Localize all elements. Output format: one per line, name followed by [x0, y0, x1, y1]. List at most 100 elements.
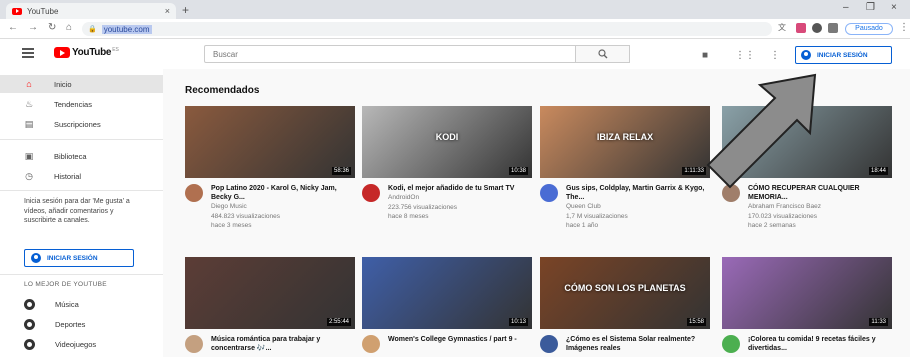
video-views: 1,7 M visualizaciones	[566, 212, 628, 220]
channel-avatar[interactable]	[362, 335, 380, 353]
url-text: youtube.com	[101, 24, 152, 34]
video-title[interactable]: ¡Colorea tu comida! 9 recetas fáciles y …	[748, 335, 892, 353]
video-views: 170.023 visualizaciones	[748, 212, 818, 220]
video-meta: ¡Colorea tu comida! 9 recetas fáciles y …	[722, 335, 892, 353]
video-thumbnail[interactable]: 2:55:44	[185, 257, 355, 329]
sidebar-item-label: Inicio	[54, 79, 72, 89]
video-info: Pop Latino 2020 - Karol G, Nicky Jam, Be…	[211, 184, 355, 231]
thumbnail-text: IBIZA RELAX	[596, 132, 654, 142]
video-title[interactable]: Gus sips, Coldplay, Martin Garrix & Kygo…	[566, 184, 710, 202]
video-card[interactable]: IBIZA RELAX 1:11:33 Gus sips, Coldplay, Ma…	[540, 106, 710, 231]
create-video-icon[interactable]: ■	[702, 50, 708, 61]
video-meta: Pop Latino 2020 - Karol G, Nicky Jam, Be…	[185, 184, 355, 231]
video-card[interactable]: KODI 10:38 Kodi, el mejor añadido de tu Sm…	[362, 106, 532, 222]
sidebar-item-label: Historial	[54, 171, 82, 181]
maximize-button[interactable]: ❐	[866, 2, 875, 13]
youtube-favicon-icon	[12, 7, 22, 15]
extension-puzzle-icon[interactable]	[812, 23, 822, 33]
sidebar-item-historial[interactable]: ◷ Historial	[0, 167, 163, 185]
video-channel-name[interactable]: AndroidOn	[388, 194, 532, 203]
video-thumbnail[interactable]: KODI 10:38	[362, 106, 532, 178]
video-channel-name[interactable]: Queen Club	[566, 203, 710, 212]
sidebar-item-inicio[interactable]: ⌂ Inicio	[0, 75, 163, 93]
menu-hamburger-icon[interactable]	[22, 48, 34, 58]
tab-title: YouTube	[27, 6, 59, 16]
more-menu-icon[interactable]: ⋮	[899, 22, 909, 33]
video-card[interactable]: 2:55:44 Música romántica para trabajar y …	[185, 257, 355, 353]
video-card[interactable]: 10:13 Women's College Gymnastics / part 9…	[362, 257, 532, 353]
settings-more-icon[interactable]: ⋮	[770, 50, 780, 61]
video-duration: 18:44	[868, 167, 888, 175]
video-title[interactable]: Kodi, el mejor añadido de tu Smart TV	[388, 184, 532, 193]
signin-button-sidebar[interactable]: INICIAR SESIÓN	[24, 249, 134, 267]
video-thumbnail[interactable]: 10:13	[362, 257, 532, 329]
new-tab-button[interactable]: +	[182, 3, 189, 17]
sidebar-item-deportes[interactable]: Deportes	[0, 315, 163, 333]
video-thumbnail[interactable]: IBIZA RELAX 1:11:33	[540, 106, 710, 178]
video-title[interactable]: Women's College Gymnastics / part 9 -	[388, 335, 532, 344]
youtube-logo-icon	[54, 47, 70, 58]
video-meta: Kodi, el mejor añadido de tu Smart TV And…	[362, 184, 532, 222]
video-info: Women's College Gymnastics / part 9 -	[388, 335, 532, 353]
video-info: ¡Colorea tu comida! 9 recetas fáciles y …	[748, 335, 892, 353]
video-title[interactable]: ¿Cómo es el Sistema Solar realmente? Imá…	[566, 335, 710, 353]
video-duration: 2:55:44	[326, 318, 351, 326]
thumbnail-text: CÓMO SON LOS PLANETAS	[564, 283, 686, 293]
sidebar-item-videojuegos[interactable]: Videojuegos	[0, 335, 163, 353]
video-title[interactable]: Pop Latino 2020 - Karol G, Nicky Jam, Be…	[211, 184, 355, 202]
apps-grid-icon[interactable]: ⋮⋮	[735, 50, 755, 61]
video-info: Gus sips, Coldplay, Martin Garrix & Kygo…	[566, 184, 710, 231]
signin-button-header[interactable]: INICIAR SESIÓN	[795, 46, 892, 64]
address-bar[interactable]: 🔒 youtube.com	[82, 22, 772, 36]
sidebar-item-label: Deportes	[55, 319, 86, 329]
video-card[interactable]: CÓMO SON LOS PLANETAS 15:58 ¿Cómo es el Si…	[540, 257, 710, 353]
sidebar-item-musica[interactable]: Música	[0, 295, 163, 313]
video-duration: 10:38	[508, 167, 528, 175]
channel-avatar[interactable]	[185, 335, 203, 353]
search-box[interactable]	[204, 45, 576, 63]
home-browser-icon[interactable]: ⌂	[66, 22, 72, 33]
search-icon	[597, 49, 607, 59]
browser-tab[interactable]: YouTube ×	[6, 3, 176, 19]
channel-avatar[interactable]	[540, 184, 558, 202]
reload-icon[interactable]: ↻	[48, 22, 56, 33]
video-thumbnail[interactable]: 11:33	[722, 257, 892, 329]
sidebar: ⌂ Inicio ♨ Tendencias ▤ Suscripciones ▣ …	[0, 69, 163, 357]
close-window-button[interactable]: ×	[891, 2, 897, 13]
channel-avatar[interactable]	[540, 335, 558, 353]
profile-button[interactable]: Pausado	[845, 23, 893, 35]
video-duration: 10:13	[508, 318, 528, 326]
video-card[interactable]: 58:36 Pop Latino 2020 - Karol G, Nicky Ja…	[185, 106, 355, 231]
gaming-channel-icon	[24, 338, 35, 350]
sidebar-item-label: Tendencias	[54, 99, 92, 109]
extension-icon-2[interactable]	[828, 23, 838, 33]
logo-country-code: ES	[112, 47, 119, 53]
section-title: Recomendados	[185, 85, 260, 96]
channel-avatar[interactable]	[362, 184, 380, 202]
channel-avatar[interactable]	[185, 184, 203, 202]
sidebar-item-label: Suscripciones	[54, 119, 101, 129]
translate-icon[interactable]: 文	[778, 22, 786, 33]
video-thumbnail[interactable]: CÓMO SON LOS PLANETAS 15:58	[540, 257, 710, 329]
channel-avatar[interactable]	[722, 335, 740, 353]
sidebar-item-tendencias[interactable]: ♨ Tendencias	[0, 95, 163, 113]
signin-label: INICIAR SESIÓN	[817, 51, 868, 59]
search-input[interactable]	[213, 49, 575, 59]
search-button[interactable]	[576, 45, 630, 63]
forward-icon[interactable]: →	[28, 22, 38, 33]
video-thumbnail[interactable]: 58:36	[185, 106, 355, 178]
youtube-logo[interactable]: YouTube ES	[54, 47, 119, 58]
video-title[interactable]: Música romántica para trabajar y concent…	[211, 335, 355, 353]
minimize-button[interactable]: –	[843, 2, 849, 13]
video-channel-name[interactable]: Diego Music	[211, 203, 355, 212]
video-info: Kodi, el mejor añadido de tu Smart TV And…	[388, 184, 532, 222]
video-age: hace 8 meses	[388, 213, 429, 220]
video-duration: 15:58	[686, 318, 706, 326]
sidebar-item-biblioteca[interactable]: ▣ Biblioteca	[0, 147, 163, 165]
extension-icon[interactable]	[796, 23, 806, 33]
sidebar-item-suscripciones[interactable]: ▤ Suscripciones	[0, 115, 163, 133]
tab-close-icon[interactable]: ×	[165, 6, 170, 16]
back-icon[interactable]: ←	[8, 22, 18, 33]
video-duration: 58:36	[331, 167, 351, 175]
video-card[interactable]: 11:33 ¡Colorea tu comida! 9 recetas fácil…	[722, 257, 892, 353]
